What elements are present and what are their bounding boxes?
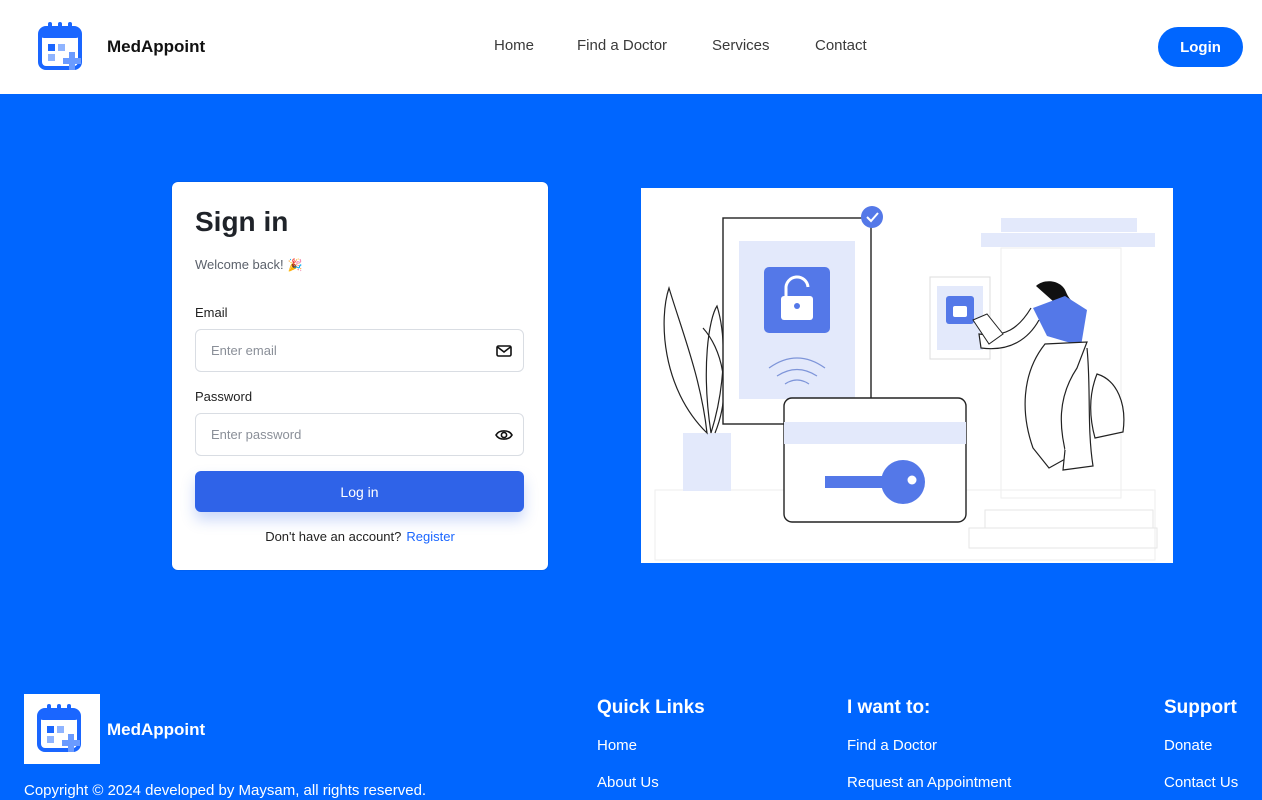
nav-services[interactable]: Services bbox=[712, 37, 770, 54]
register-prompt: Don't have an account? bbox=[265, 529, 402, 544]
nav-contact[interactable]: Contact bbox=[815, 37, 867, 54]
site-header: MedAppoint Home Find a Doctor Services C… bbox=[0, 0, 1262, 94]
email-field-wrapper bbox=[195, 329, 524, 372]
security-illustration-icon bbox=[654, 206, 1158, 561]
footer-link-about-us[interactable]: About Us bbox=[597, 774, 659, 791]
subtitle-text: Welcome back! bbox=[195, 257, 284, 272]
footer-link-request-appointment[interactable]: Request an Appointment bbox=[847, 774, 1011, 791]
login-submit-button[interactable]: Log in bbox=[195, 471, 524, 512]
register-line: Don't have an account? Register bbox=[172, 529, 548, 544]
footer-link-donate[interactable]: Donate bbox=[1164, 737, 1212, 754]
footer-brand-name: MedAppoint bbox=[107, 720, 206, 739]
footer-i-want-to-title: I want to: bbox=[847, 697, 931, 718]
footer-logo[interactable] bbox=[24, 694, 100, 764]
main-nav: Home Find a Doctor Services Contact bbox=[0, 37, 1262, 57]
password-field-wrapper bbox=[195, 413, 524, 456]
calendar-plus-icon bbox=[37, 704, 81, 752]
footer-link-home[interactable]: Home bbox=[597, 737, 637, 754]
register-link[interactable]: Register bbox=[406, 529, 454, 544]
password-label: Password bbox=[195, 389, 253, 404]
mail-icon bbox=[496, 345, 512, 357]
email-field[interactable] bbox=[196, 330, 523, 371]
signin-title: Sign in bbox=[195, 206, 289, 237]
party-emoji-icon: 🎉 bbox=[287, 258, 303, 272]
email-label: Email bbox=[195, 305, 228, 320]
password-field[interactable] bbox=[196, 414, 523, 455]
nav-home[interactable]: Home bbox=[494, 37, 534, 54]
footer-support-title: Support bbox=[1164, 697, 1237, 718]
footer-link-contact-us[interactable]: Contact Us bbox=[1164, 774, 1238, 791]
signin-card: Sign in Welcome back!🎉 Email Password Lo… bbox=[172, 182, 548, 570]
copyright-text: Copyright © 2024 developed by Maysam, al… bbox=[24, 782, 427, 799]
footer-quick-links-title: Quick Links bbox=[597, 697, 705, 718]
eye-icon[interactable] bbox=[495, 427, 513, 443]
footer-link-find-a-doctor[interactable]: Find a Doctor bbox=[847, 737, 937, 754]
nav-find-a-doctor[interactable]: Find a Doctor bbox=[577, 37, 667, 54]
header-login-button[interactable]: Login bbox=[1158, 27, 1243, 67]
signin-subtitle: Welcome back! 🎉 bbox=[195, 257, 303, 272]
signin-illustration bbox=[641, 188, 1173, 563]
